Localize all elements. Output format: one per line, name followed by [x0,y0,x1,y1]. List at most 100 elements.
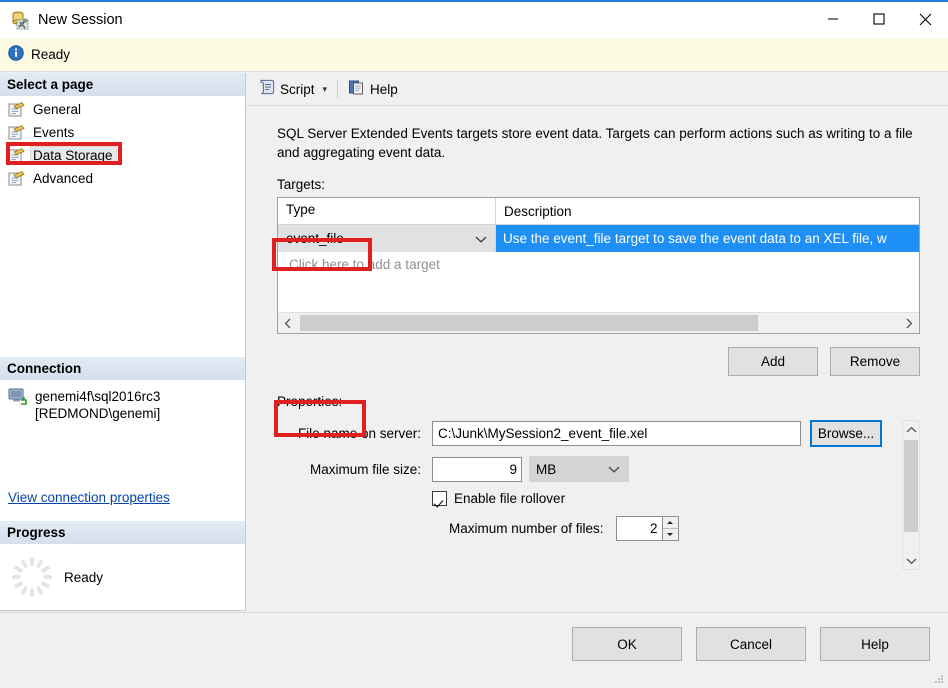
cancel-button[interactable]: Cancel [696,627,806,661]
target-action-buttons: Add Remove [277,347,920,376]
chevron-down-icon[interactable]: ▾ [323,84,328,95]
minimize-icon[interactable] [810,1,856,37]
connection-section: Connection genemi4f\sql2016rc3 [REDMOND\… [0,357,245,505]
max-file-size-row: Maximum file size: 9 MB [277,456,920,482]
max-files-row: Maximum number of files: 2 [449,516,920,541]
status-bar: Ready [0,38,948,72]
file-size-unit-combobox[interactable]: MB [529,456,629,482]
progress-header: Progress [0,521,245,544]
maximize-icon[interactable] [856,1,902,37]
sidebar-item-label: Events [33,125,75,140]
scroll-up-icon[interactable] [903,421,919,438]
properties-label: Properties: [277,394,343,409]
max-files-stepper[interactable]: 2 [615,516,679,541]
max-file-size-input[interactable]: 9 [432,456,522,482]
connection-header: Connection [0,357,245,380]
new-session-dialog: New Session Ready Select a page General … [0,0,948,688]
sidebar-item-label: Advanced [33,171,94,186]
scroll-down-icon[interactable] [903,552,919,569]
target-type-combobox[interactable]: event_file [278,225,496,252]
sidebar-item-data-storage[interactable]: Data Storage [0,144,245,167]
grid-scroll-thumb[interactable] [300,315,758,331]
stepper-up-icon[interactable] [662,517,678,529]
target-type-value: event_file [286,231,344,246]
sidebar-item-label: Data Storage [30,146,117,165]
properties-area: File name on server: C:\Junk\MySession2_… [277,420,920,570]
select-a-page-header: Select a page [0,73,245,96]
column-header-description[interactable]: Description [496,198,919,224]
info-icon [8,45,24,64]
enable-file-rollover-label: Enable file rollover [454,491,566,506]
status-bar-text: Ready [31,47,71,62]
column-header-type[interactable]: Type [278,198,496,224]
remove-button[interactable]: Remove [830,347,920,376]
window-controls [810,1,948,39]
file-name-label: File name on server: [297,426,421,441]
help-button[interactable]: Help [343,76,403,102]
file-size-unit-value: MB [536,461,557,477]
scroll-left-icon[interactable] [278,313,298,333]
title-bar: New Session [0,0,948,38]
grid-horizontal-scrollbar[interactable] [278,312,919,333]
file-name-row: File name on server: C:\Junk\MySession2_… [277,420,920,447]
progress-section: Progress Ready [0,521,245,600]
sidebar-item-general[interactable]: General [0,98,245,121]
page-icon [8,102,25,117]
script-button-label: Script [280,81,315,97]
page-list: General Events Data Storage Advanced [0,96,245,190]
page-icon [8,125,25,140]
close-icon[interactable] [902,1,948,37]
right-panel: Script ▾ Help SQL Server Extended Events… [247,73,948,611]
targets-grid: Type Description event_file Use the even… [277,197,920,334]
view-connection-properties-link[interactable]: View connection properties [0,490,170,505]
connection-body: genemi4f\sql2016rc3 [REDMOND\genemi] [0,380,245,422]
progress-spinner-icon [9,554,55,600]
grid-scroll-track[interactable] [298,313,899,333]
properties-vertical-scrollbar[interactable] [902,420,920,570]
footer-buttons: OK Cancel Help [572,627,930,661]
page-icon [8,148,25,163]
stepper-down-icon[interactable] [663,529,678,540]
table-row[interactable]: event_file Use the event_file target to … [278,225,919,252]
dialog-toolbar: Script ▾ Help [247,73,948,106]
file-name-input[interactable]: C:\Junk\MySession2_event_file.xel [432,421,801,446]
chevron-down-icon[interactable] [608,462,620,477]
targets-description: SQL Server Extended Events targets store… [277,126,913,160]
sidebar-item-label: General [33,102,82,117]
properties-scroll-track[interactable] [903,438,919,552]
script-button[interactable]: Script ▾ [253,76,332,102]
resize-grip-icon[interactable] [932,672,944,684]
enable-file-rollover-checkbox[interactable] [432,491,447,506]
server-connection-icon [8,388,28,405]
toolbar-divider [337,80,339,98]
dialog-footer: OK Cancel Help [0,612,948,688]
session-db-tools-icon [10,10,30,30]
left-panel: Select a page General Events Data Storag… [0,73,246,611]
target-description-cell: Use the event_file target to save the ev… [496,225,919,252]
main-content: SQL Server Extended Events targets store… [247,106,948,570]
connection-user: [REDMOND\genemi] [35,406,161,421]
max-files-input[interactable]: 2 [615,516,662,541]
window-title: New Session [38,12,123,28]
scroll-right-icon[interactable] [899,313,919,333]
help-pages-icon [348,79,365,99]
max-file-size-label: Maximum file size: [309,461,421,477]
help-button-label: Help [370,81,398,97]
stepper-buttons[interactable] [661,516,679,541]
help-button-footer[interactable]: Help [820,627,930,661]
connection-server: genemi4f\sql2016rc3 [35,389,161,404]
targets-label: Targets: [277,177,326,192]
properties-scroll-thumb[interactable] [904,440,918,532]
page-icon [8,171,25,186]
progress-text: Ready [64,569,104,585]
add-target-placeholder-row[interactable]: Click here to add a target [278,252,919,276]
browse-button[interactable]: Browse... [810,420,882,447]
max-files-label: Maximum number of files: [449,521,604,536]
enable-file-rollover-row[interactable]: Enable file rollover [432,491,920,506]
sidebar-item-events[interactable]: Events [0,121,245,144]
chevron-down-icon[interactable] [475,231,487,246]
ok-button[interactable]: OK [572,627,682,661]
add-button[interactable]: Add [728,347,818,376]
targets-grid-header: Type Description [278,198,919,225]
sidebar-item-advanced[interactable]: Advanced [0,167,245,190]
